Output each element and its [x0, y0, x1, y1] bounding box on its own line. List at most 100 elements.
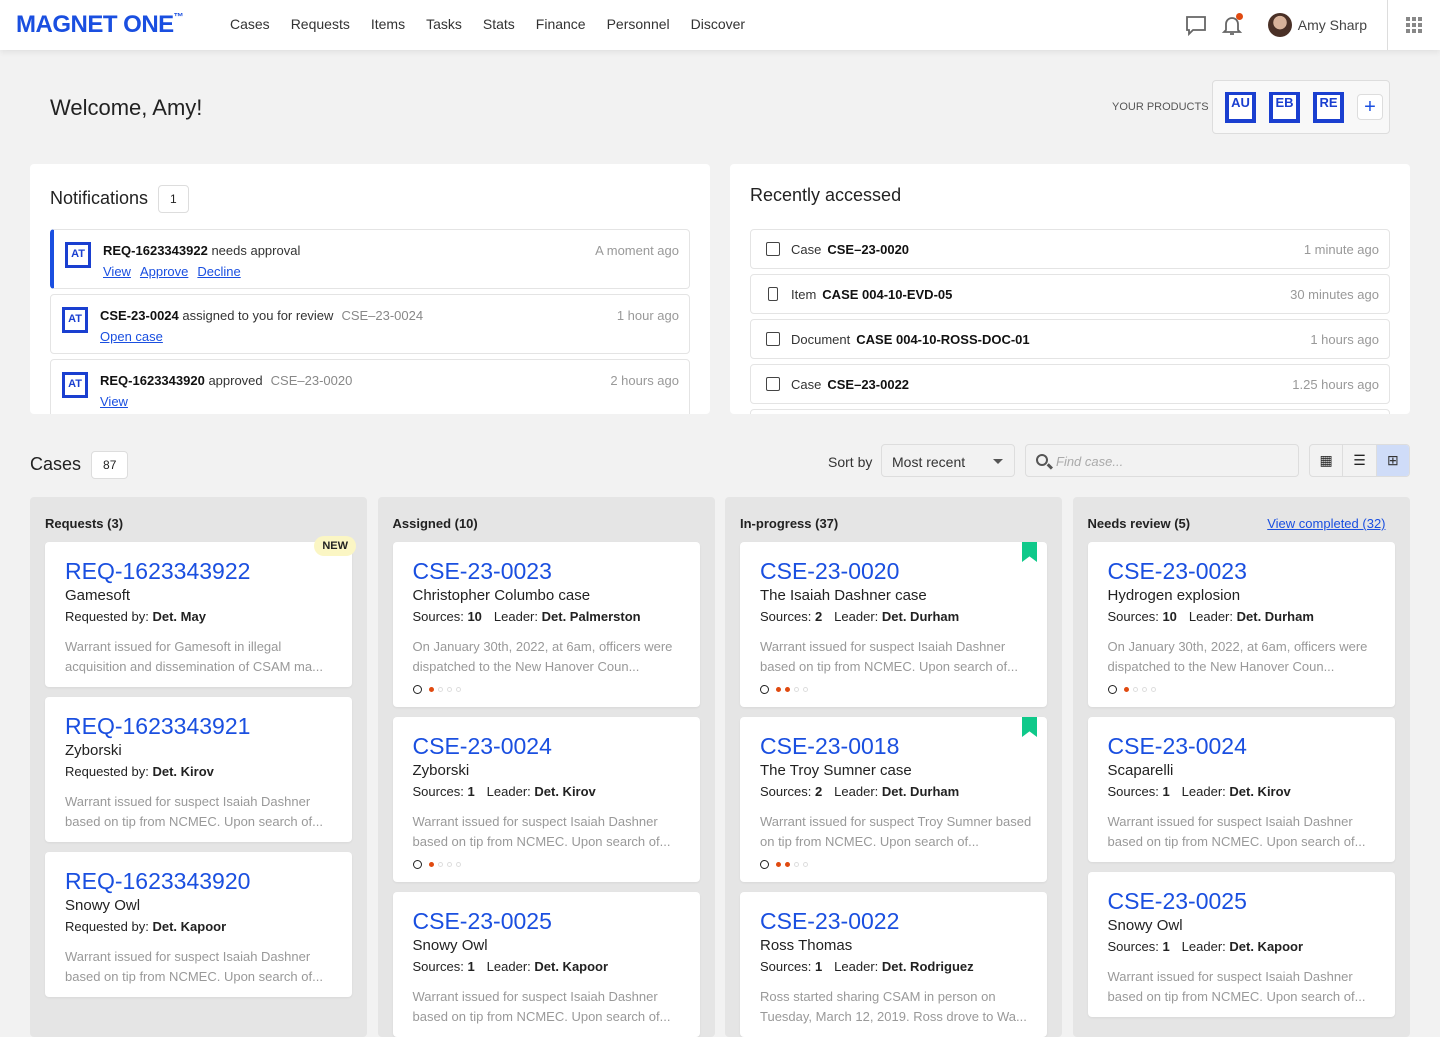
column-needs: Needs review (5) View completed (32) CSE…	[1072, 497, 1410, 1037]
decline-link[interactable]: Decline	[197, 264, 240, 279]
progress-dot	[1141, 687, 1147, 692]
case-card[interactable]: CSE-23-0025 Snowy Owl Sources: 1 Leader: …	[1087, 872, 1395, 1017]
progress-dots	[412, 685, 461, 694]
case-id[interactable]: REQ-1623343921	[65, 713, 250, 740]
case-card[interactable]: CSE-23-0018 The Troy Sumner case Sources…	[740, 717, 1047, 882]
meta-value: 10	[1162, 609, 1177, 624]
case-name: Scaparelli	[1107, 762, 1174, 779]
meta-label: Leader:	[1188, 609, 1233, 624]
recent-item[interactable]: Document CASE 004-10-ROSS-DOC-01 1 hours …	[750, 319, 1390, 359]
board-icon: ⊞	[1386, 452, 1399, 468]
case-card[interactable]: CSE-23-0023 Christopher Columbo case Sou…	[392, 542, 700, 707]
view-link[interactable]: View	[100, 394, 128, 409]
case-card[interactable]: CSE-23-0024 Zyborski Sources: 1 Leader: D…	[392, 717, 700, 882]
case-card[interactable]: CSE-23-0024 Scaparelli Sources: 1 Leader:…	[1087, 717, 1395, 862]
recently-accessed-title: Recently accessed	[750, 185, 902, 205]
case-card[interactable]: REQ-1623343921 Zyborski Requested by: De…	[45, 697, 352, 842]
case-id[interactable]: CSE-23-0024	[1108, 733, 1247, 760]
case-description: Warrant issued for suspect Isaiah Dashne…	[1107, 814, 1366, 849]
recently-accessed-panel: Recently accessed Case CSE–23-0020 1 minu…	[730, 164, 1410, 414]
apps-menu-button[interactable]	[1387, 0, 1440, 50]
recent-item[interactable]	[750, 409, 1390, 414]
column-requests: Requests (3) REQ-1623343922 Gamesoft Req…	[30, 497, 367, 1037]
meta-label: Sources:	[1107, 939, 1159, 954]
meta-label: Leader:	[834, 784, 879, 799]
meta-value: Det. Durham	[881, 784, 960, 799]
case-id[interactable]: CSE-23-0025	[1108, 888, 1247, 915]
nav-discover[interactable]: Discover	[691, 16, 745, 32]
recent-item[interactable]: Item CASE 004-10-EVD-05 30 minutes ago	[750, 274, 1390, 314]
progress-dot	[776, 687, 781, 692]
case-id[interactable]: CSE-23-0023	[413, 558, 552, 585]
logo[interactable]: MAGNET ONE™	[16, 11, 184, 39]
recent-id: CASE 004-10-ROSS-DOC-01	[856, 332, 1030, 347]
find-case-input[interactable]: Find case...	[1025, 444, 1299, 477]
case-card[interactable]: REQ-1623343922 Gamesoft Requested by: De…	[45, 536, 356, 687]
meta-label: Leader:	[834, 959, 879, 974]
case-card[interactable]: CSE-23-0022 Ross Thomas Sources: 1 Leader…	[740, 892, 1047, 1037]
tile-view-button[interactable]: ▦	[1310, 445, 1344, 476]
board-view-button[interactable]: ⊞	[1376, 445, 1409, 476]
nav-cases[interactable]: Cases	[230, 16, 270, 32]
user-name[interactable]: Amy Sharp	[1298, 17, 1367, 33]
meta-value: Det. Durham	[1236, 609, 1314, 624]
case-id[interactable]: CSE-23-0018	[760, 733, 899, 760]
progress-dot	[803, 862, 808, 867]
product-au[interactable]: AU	[1225, 91, 1256, 123]
recent-item[interactable]: Case CSE–23-0020 1 minute ago	[750, 229, 1390, 269]
main-nav: Cases Requests Items Tasks Stats Finance Perso…	[230, 16, 745, 32]
nav-finance[interactable]: Finance	[536, 16, 586, 32]
list-view-button[interactable]: ☰	[1343, 445, 1377, 476]
nav-personnel[interactable]: Personnel	[607, 16, 670, 32]
meta-value: 2	[814, 609, 823, 624]
meta-label: Requested by:	[65, 764, 149, 779]
case-meta: Sources: 1 Leader: Det. Rodriguez	[760, 959, 986, 974]
case-id[interactable]: CSE-23-0024	[413, 733, 552, 760]
case-description: On January 30th, 2022, at 6am, officers …	[412, 639, 673, 674]
case-name: Snowy Owl	[1107, 917, 1183, 934]
meta-value: 2	[814, 784, 823, 799]
products-label: YOUR PRODUCTS	[1112, 101, 1209, 113]
at-product-icon: AT	[65, 242, 91, 268]
avatar[interactable]	[1267, 13, 1292, 37]
view-link[interactable]: View	[103, 264, 131, 279]
case-card[interactable]: CSE-23-0020 The Isaiah Dashner case Sour…	[740, 542, 1047, 707]
case-name: Hydrogen explosion	[1107, 587, 1241, 604]
case-card[interactable]: CSE-23-0025 Snowy Owl Sources: 1 Leader: …	[392, 892, 700, 1037]
nav-tasks[interactable]: Tasks	[426, 16, 462, 32]
progress-dot	[803, 687, 808, 692]
nav-requests[interactable]: Requests	[291, 16, 350, 32]
list-icon: ☰	[1353, 452, 1366, 468]
case-id[interactable]: REQ-1623343922	[65, 558, 250, 585]
case-name: Gamesoft	[65, 587, 131, 604]
notification-text: assigned to you for review	[182, 308, 334, 323]
progress-dot	[776, 862, 781, 867]
add-product-button[interactable]: +	[1357, 94, 1383, 120]
open-case-link[interactable]: Open case	[100, 329, 163, 344]
product-eb[interactable]: EB	[1269, 91, 1300, 123]
approve-link[interactable]: Approve	[140, 264, 188, 279]
case-id[interactable]: CSE-23-0022	[760, 908, 899, 935]
case-description: Warrant issued for suspect Isaiah Dashne…	[65, 949, 323, 984]
case-id[interactable]: CSE-23-0023	[1108, 558, 1247, 585]
nav-items[interactable]: Items	[371, 16, 405, 32]
clock-icon	[760, 685, 769, 694]
bell-icon[interactable]	[1220, 13, 1244, 37]
meta-label: Leader:	[1181, 784, 1226, 799]
case-card[interactable]: CSE-23-0023 Hydrogen explosion Sources: …	[1087, 542, 1395, 707]
notification-id: CSE-23-0024	[100, 308, 179, 323]
bookmark-icon[interactable]	[1022, 717, 1037, 737]
meta-label: Sources:	[1107, 609, 1159, 624]
case-id[interactable]: CSE-23-0025	[413, 908, 552, 935]
bookmark-icon[interactable]	[1022, 542, 1037, 562]
view-completed-link[interactable]: View completed (32)	[1267, 516, 1385, 531]
product-re[interactable]: RE	[1313, 91, 1344, 123]
case-meta: Requested by: Det. Kirov	[65, 764, 226, 779]
case-id[interactable]: REQ-1623343920	[65, 868, 250, 895]
sort-dropdown[interactable]: Most recent	[881, 444, 1015, 477]
case-id[interactable]: CSE-23-0020	[760, 558, 899, 585]
case-card[interactable]: REQ-1623343920 Snowy Owl Requested by: D…	[45, 852, 352, 997]
nav-stats[interactable]: Stats	[483, 16, 515, 32]
chat-icon[interactable]	[1184, 13, 1208, 37]
recent-item[interactable]: Case CSE–23-0022 1.25 hours ago	[750, 364, 1390, 404]
